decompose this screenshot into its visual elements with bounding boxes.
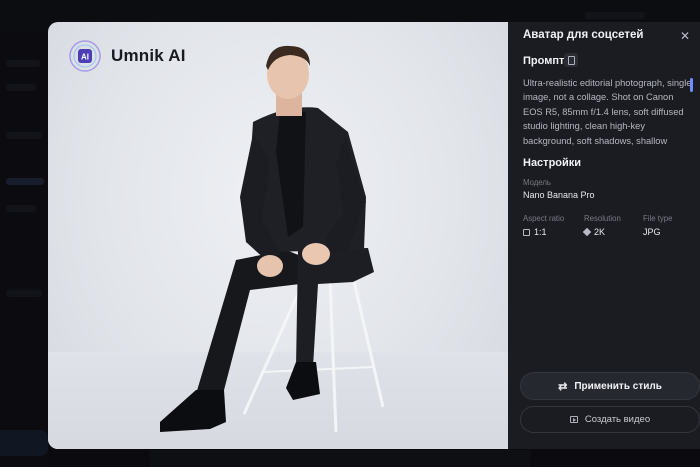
umnik-logo-icon: AI [69,40,101,72]
watermark-logo: AI Umnik AI [68,39,186,73]
file-type-text: JPG [643,227,661,237]
swap-icon: ⇄ [558,380,568,393]
aspect-ratio-icon [523,228,530,236]
close-icon[interactable]: ✕ [678,29,692,43]
prompt-text: Ultra-realistic editorial photograph, si… [523,78,692,146]
image-viewer-modal: AI Umnik AI Аватар для соцсетей ✕ Промпт… [48,22,700,449]
apply-style-label: Применить стиль [574,380,662,392]
logo-text: Umnik AI [111,46,186,65]
resolution-text: 2K [594,227,606,237]
file-type-value: JPG [643,227,661,237]
apply-style-button[interactable]: ⇄ Применить стиль [520,372,700,400]
resolution-value: 2K [582,227,606,237]
portrait-illustration [160,45,385,433]
model-value: Nano Banana Pro [523,190,595,200]
prompt-scrollbar[interactable] [690,78,693,92]
model-label: Модель [523,178,551,187]
aspect-ratio-label: Aspect ratio [523,214,565,223]
create-video-label: Создать видео [584,414,651,425]
svg-text:AI: AI [81,53,89,62]
resolution-label: Resolution [584,214,621,223]
prompt-label: Промпт [523,55,565,67]
settings-label: Настройки [523,157,582,169]
model-value-text: Nano Banana Pro [523,190,595,200]
video-icon [569,416,578,423]
copy-icon[interactable] [564,53,578,67]
aspect-ratio-value: 1:1 [523,227,547,237]
generated-photo: AI Umnik AI [48,22,508,449]
modal-title: Аватар для соцсетей [523,29,644,41]
create-video-button[interactable]: Создать видео [520,406,700,433]
resolution-icon [582,227,592,237]
aspect-ratio-text: 1:1 [534,227,547,237]
details-panel: Аватар для соцсетей ✕ Промпт Ultra-reali… [508,22,700,449]
file-type-label: File type [643,214,673,223]
